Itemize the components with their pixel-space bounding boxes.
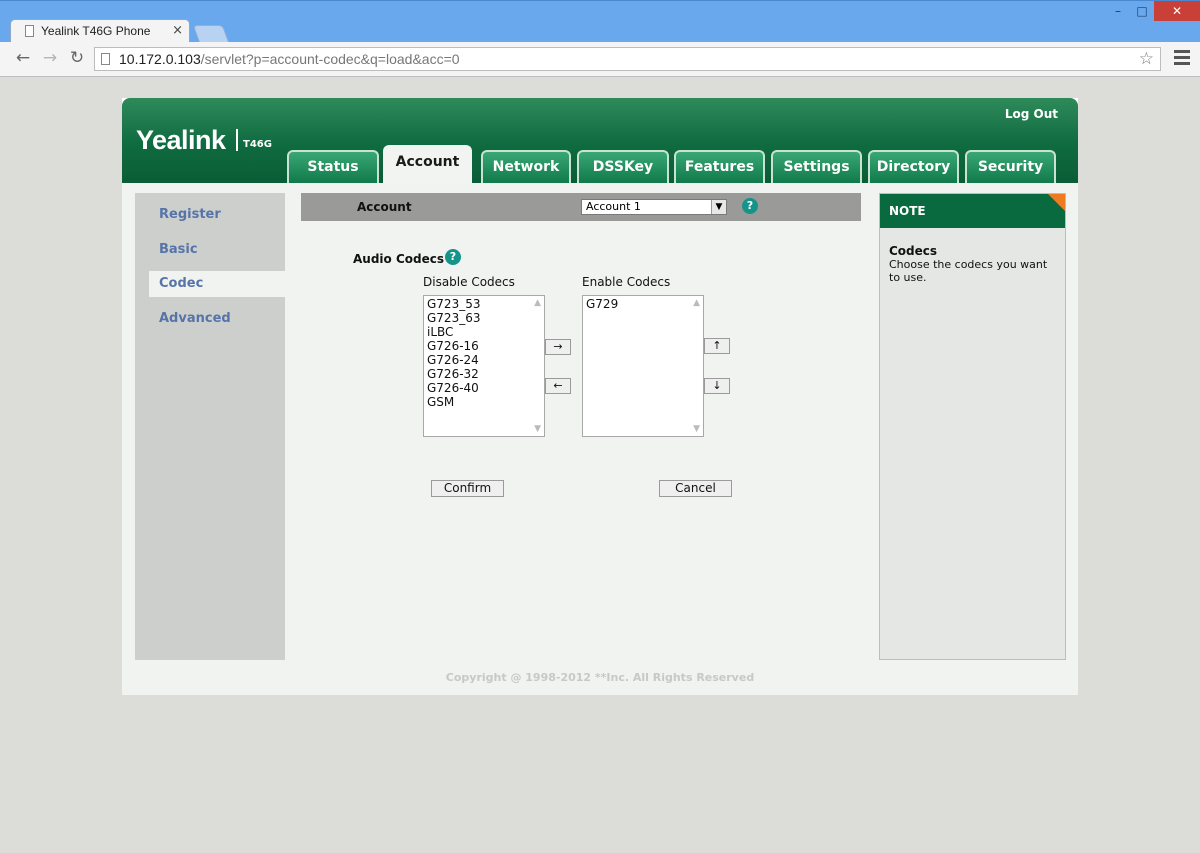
sidebar-item-codec[interactable]: Codec: [149, 271, 285, 297]
page-icon: [25, 25, 34, 37]
tab-settings[interactable]: Settings: [771, 150, 862, 183]
tab-close-icon[interactable]: ×: [172, 23, 183, 38]
window-close-button[interactable]: ✕: [1154, 1, 1200, 21]
maximize-button[interactable]: □: [1130, 1, 1154, 21]
list-item[interactable]: iLBC: [427, 325, 480, 339]
tab-account[interactable]: Account: [383, 145, 472, 183]
move-down-button[interactable]: ↓: [704, 378, 730, 394]
list-item[interactable]: G726-32: [427, 367, 480, 381]
list-item[interactable]: G726-40: [427, 381, 480, 395]
tab-security[interactable]: Security: [965, 150, 1056, 183]
url-host: 10.172.0.103: [119, 51, 201, 67]
address-bar[interactable]: 10.172.0.103/servlet?p=account-codec&q=l…: [94, 47, 1161, 71]
chevron-down-icon[interactable]: ▼: [711, 200, 726, 214]
bookmark-star-icon[interactable]: ☆: [1139, 49, 1154, 69]
window-titlebar: – □ ✕ Yealink T46G Phone ×: [0, 0, 1200, 43]
menu-icon[interactable]: [1174, 50, 1190, 68]
note-heading: NOTE: [880, 194, 1065, 228]
scroll-down-icon[interactable]: ▼: [534, 424, 541, 434]
list-item[interactable]: G723_53: [427, 297, 480, 311]
forward-arrow-icon[interactable]: →: [40, 48, 60, 68]
logout-link[interactable]: Log Out: [1005, 107, 1058, 121]
back-arrow-icon[interactable]: ←: [13, 48, 33, 68]
tab-title: Yealink T46G Phone: [41, 24, 151, 38]
list-item[interactable]: GSM: [427, 395, 480, 409]
scroll-up-icon[interactable]: ▲: [534, 298, 541, 308]
note-title: Codecs: [889, 244, 938, 258]
new-tab-button[interactable]: [192, 25, 230, 43]
codec-panel: Account Account 1 ▼ ? Audio Codecs ? Dis…: [301, 193, 861, 660]
yealink-logo: Yealink: [136, 125, 226, 155]
model-label: T46G: [243, 139, 272, 150]
list-item[interactable]: G723_63: [427, 311, 480, 325]
move-left-button[interactable]: ←: [545, 378, 571, 394]
enabled-codecs-list[interactable]: G729 ▲ ▼: [582, 295, 704, 437]
enable-codecs-label: Enable Codecs: [582, 275, 671, 289]
sidebar: Register Basic Codec Advanced: [135, 193, 285, 660]
disable-codecs-label: Disable Codecs: [423, 275, 515, 289]
account-select-value: Account 1: [586, 200, 641, 213]
tab-status[interactable]: Status: [287, 150, 379, 183]
logo-divider: [236, 129, 238, 151]
window-controls: – □ ✕: [1106, 1, 1200, 21]
cancel-button[interactable]: Cancel: [659, 480, 732, 497]
url-path: /servlet?p=account-codec&q=load&acc=0: [200, 51, 460, 67]
reload-icon[interactable]: ↻: [67, 48, 87, 68]
move-up-button[interactable]: ↑: [704, 338, 730, 354]
minimize-button[interactable]: –: [1106, 1, 1130, 21]
confirm-button[interactable]: Confirm: [431, 480, 504, 497]
scroll-down-icon[interactable]: ▼: [693, 424, 700, 434]
disabled-codecs-items: G723_53 G723_63 iLBC G726-16 G726-24 G726-32 G…: [427, 297, 480, 409]
yealink-page: Log Out Yealink T46G Status Account Netw…: [122, 98, 1078, 695]
note-panel: NOTE Codecs Choose the codecs you want t…: [879, 193, 1066, 660]
list-item[interactable]: G726-16: [427, 339, 480, 353]
page-icon: [101, 53, 110, 65]
scroll-up-icon[interactable]: ▲: [693, 298, 700, 308]
tab-dsskey[interactable]: DSSKey: [577, 150, 669, 183]
list-item[interactable]: G729: [586, 297, 618, 311]
browser-tab[interactable]: Yealink T46G Phone ×: [10, 19, 190, 43]
scrollbar[interactable]: ▲ ▼: [688, 296, 703, 436]
list-item[interactable]: G726-24: [427, 353, 480, 367]
note-text: Choose the codecs you want to use.: [889, 258, 1048, 284]
page-header: Log Out Yealink T46G Status Account Netw…: [122, 98, 1078, 183]
sidebar-item-register[interactable]: Register: [159, 207, 221, 222]
tab-network[interactable]: Network: [481, 150, 571, 183]
move-right-button[interactable]: →: [545, 339, 571, 355]
note-corner-icon: [1048, 194, 1065, 211]
tab-features[interactable]: Features: [674, 150, 765, 183]
enabled-codecs-items: G729: [586, 297, 618, 311]
account-label: Account: [357, 200, 412, 214]
help-icon[interactable]: ?: [742, 198, 758, 214]
browser-toolbar: ← → ↻ 10.172.0.103/servlet?p=account-cod…: [0, 42, 1200, 77]
scrollbar[interactable]: ▲ ▼: [529, 296, 544, 436]
copyright: Copyright @ 1998-2012 **Inc. All Rights …: [445, 671, 755, 684]
disabled-codecs-list[interactable]: G723_53 G723_63 iLBC G726-16 G726-24 G726-32 G…: [423, 295, 545, 437]
audio-codecs-title: Audio Codecs: [353, 252, 444, 266]
account-bar: Account Account 1 ▼ ?: [301, 193, 861, 221]
help-icon[interactable]: ?: [445, 249, 461, 265]
sidebar-item-basic[interactable]: Basic: [159, 242, 198, 257]
sidebar-item-advanced[interactable]: Advanced: [159, 311, 231, 326]
tab-directory[interactable]: Directory: [868, 150, 959, 183]
url-text[interactable]: 10.172.0.103/servlet?p=account-codec&q=l…: [119, 51, 460, 67]
account-select[interactable]: Account 1 ▼: [581, 199, 727, 215]
